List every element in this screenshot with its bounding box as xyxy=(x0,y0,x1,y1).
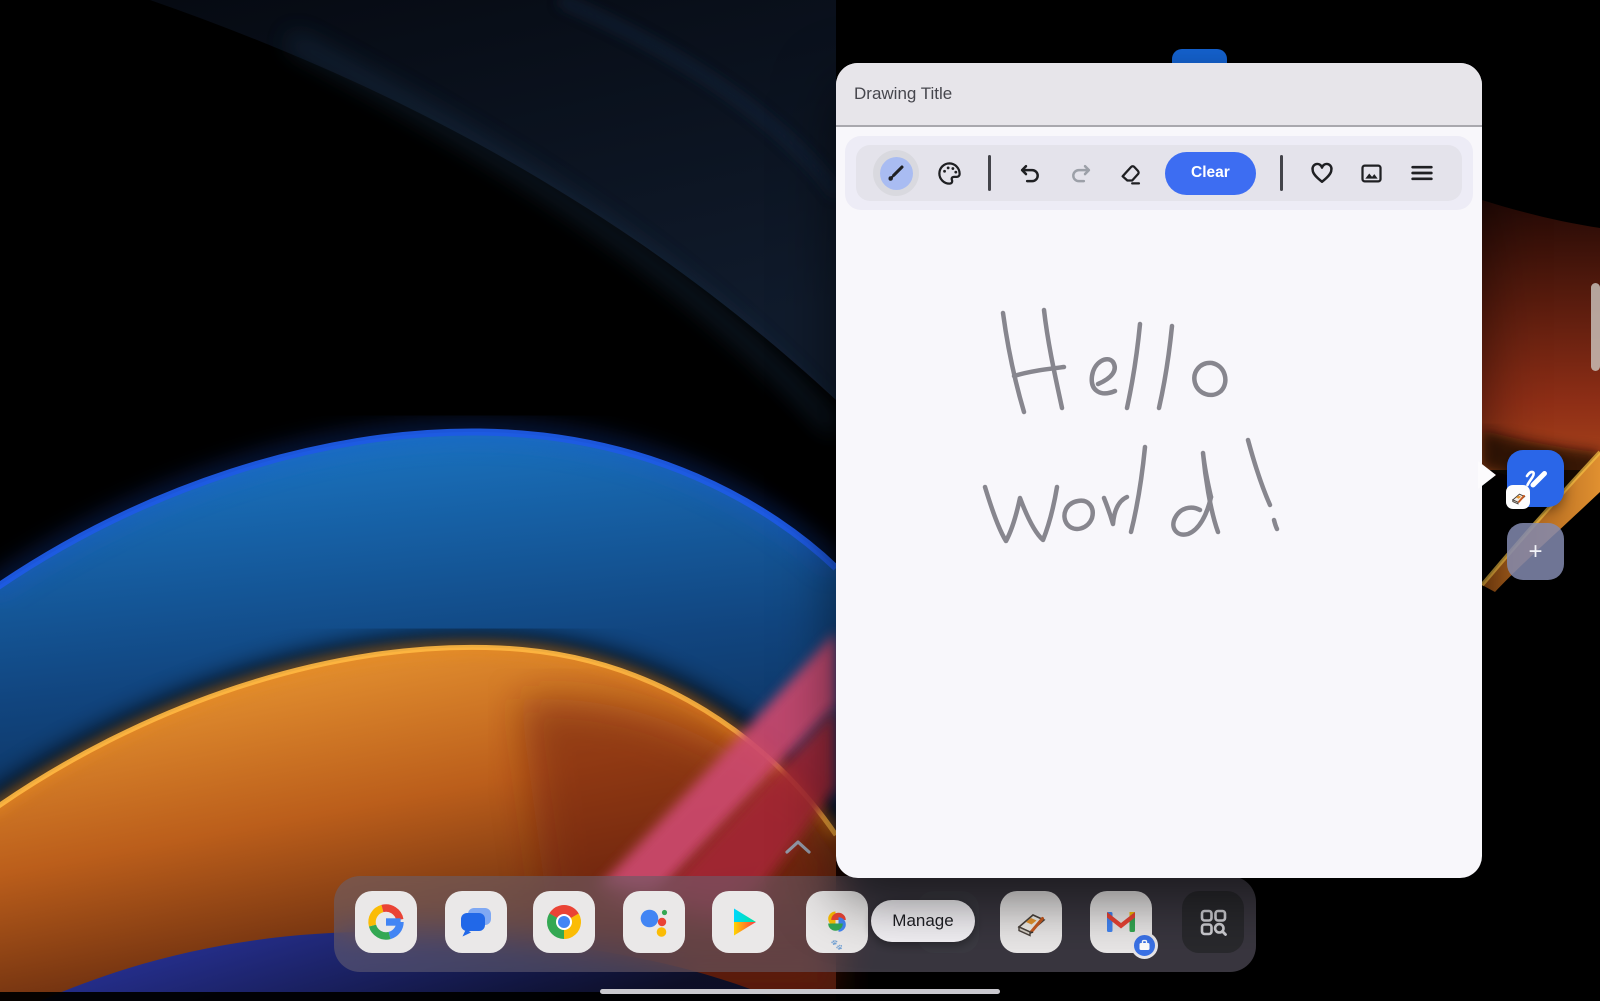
undo-button[interactable] xyxy=(1005,149,1055,197)
menu-button[interactable] xyxy=(1397,149,1447,197)
drawing-bubble-button[interactable] xyxy=(1507,450,1564,507)
toolbar-divider xyxy=(1280,155,1283,191)
clear-button[interactable]: Clear xyxy=(1165,152,1256,195)
add-bubble-button[interactable]: + xyxy=(1507,523,1564,580)
window-titlebar[interactable]: Drawing Title xyxy=(836,63,1482,127)
favorite-button[interactable] xyxy=(1297,149,1347,197)
undo-icon xyxy=(1017,160,1044,187)
chat-bubble-icon xyxy=(457,903,495,941)
palette-icon xyxy=(936,160,963,187)
image-icon xyxy=(1358,160,1385,187)
drawing-canvas[interactable] xyxy=(836,191,1482,878)
brush-selected-ring xyxy=(873,150,919,196)
window-edge-arrow-icon[interactable] xyxy=(1478,461,1496,489)
plus-icon: + xyxy=(1528,538,1542,566)
play-store-app-icon[interactable] xyxy=(712,891,774,953)
google-g-icon xyxy=(367,903,405,941)
redo-icon xyxy=(1067,160,1094,187)
google-app-icon[interactable] xyxy=(355,891,417,953)
chrome-app-icon[interactable] xyxy=(533,891,595,953)
assistant-dots-icon xyxy=(635,903,673,941)
brush-tool-button[interactable] xyxy=(868,149,924,197)
drawing-title-field[interactable]: Drawing Title xyxy=(854,84,952,104)
eraser-icon xyxy=(1117,160,1144,187)
redo-button[interactable] xyxy=(1055,149,1105,197)
photos-app-icon[interactable]: 🐾 xyxy=(806,891,868,953)
drawing-app-window: Drawing Title xyxy=(836,63,1482,878)
toolbar-divider xyxy=(988,155,991,191)
brush-icon xyxy=(880,157,913,190)
messages-app-icon[interactable] xyxy=(445,891,507,953)
screen: 🐾 xyxy=(0,0,1600,1001)
handwriting-hello-world xyxy=(836,191,1482,878)
chevron-up-icon[interactable] xyxy=(783,838,813,861)
play-triangle-icon xyxy=(724,903,762,941)
grid-search-icon xyxy=(1194,903,1232,941)
manage-button[interactable]: Manage xyxy=(871,900,975,942)
edge-scrollbar[interactable] xyxy=(1591,283,1600,371)
gmail-app-icon[interactable] xyxy=(1090,891,1152,953)
insert-image-button[interactable] xyxy=(1347,149,1397,197)
palette-tool-button[interactable] xyxy=(924,149,974,197)
paw-badge-icon: 🐾 xyxy=(831,941,843,951)
chrome-logo-icon xyxy=(545,903,583,941)
hamburger-menu-icon xyxy=(1408,159,1436,187)
journal-book-icon xyxy=(1011,902,1051,942)
eraser-tool-button[interactable] xyxy=(1105,149,1155,197)
work-profile-badge-icon xyxy=(1131,932,1158,959)
gesture-navigation-bar[interactable] xyxy=(600,989,1000,994)
journal-app-icon[interactable] xyxy=(1000,891,1062,953)
assistant-app-icon[interactable] xyxy=(623,891,685,953)
photos-pinwheel-icon xyxy=(818,903,856,941)
app-drawer-search-icon[interactable] xyxy=(1182,891,1244,953)
heart-icon xyxy=(1308,159,1336,187)
journal-badge-icon xyxy=(1506,485,1530,509)
taskbar-dock: 🐾 xyxy=(334,876,1256,972)
